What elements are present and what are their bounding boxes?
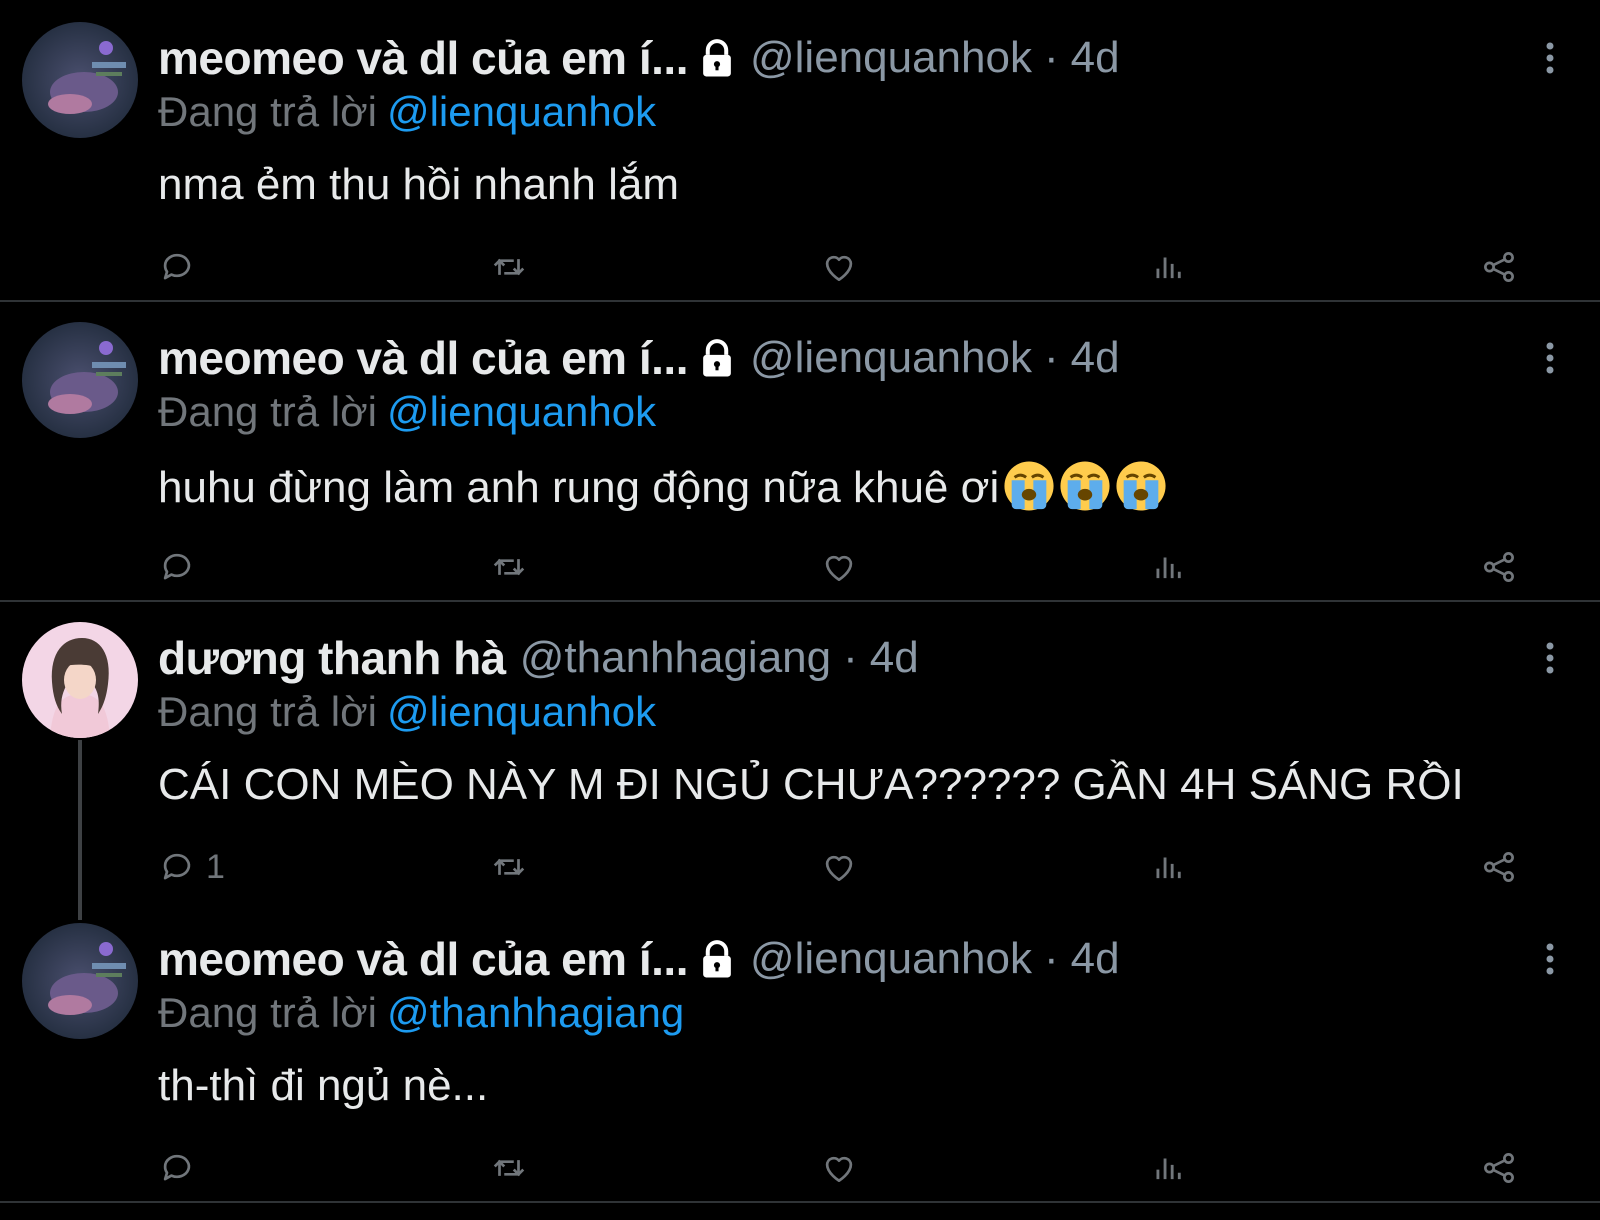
tweet-actions bbox=[0, 242, 1600, 292]
replying-to-handle[interactable]: @thanhhagiang bbox=[387, 989, 684, 1036]
timestamp[interactable]: 4d bbox=[1071, 33, 1120, 83]
timestamp[interactable]: 4d bbox=[1071, 333, 1120, 383]
replying-to: Đang trả lời @lienquanhok bbox=[158, 388, 656, 436]
tweet-actions: 1 bbox=[0, 842, 1600, 892]
replying-to: Đang trả lời @thanhhagiang bbox=[158, 989, 684, 1037]
share-icon bbox=[1480, 248, 1518, 286]
tweet[interactable]: meomeo và dl của em í... @lienquanhok · … bbox=[0, 300, 1600, 600]
retweet-button[interactable] bbox=[490, 1143, 528, 1193]
tweet[interactable]: meomeo và dl của em í... @lienquanhok · … bbox=[0, 0, 1600, 300]
retweet-button[interactable] bbox=[490, 242, 528, 292]
reply-icon bbox=[158, 248, 196, 286]
more-vertical-icon[interactable] bbox=[1538, 338, 1562, 378]
views-button[interactable] bbox=[1150, 542, 1188, 592]
share-button[interactable] bbox=[1480, 842, 1518, 892]
lock-icon bbox=[698, 939, 736, 979]
tweet-text-body: huhu đừng làm anh rung động nữa khuê ơi bbox=[158, 463, 1000, 512]
separator-dot: · bbox=[1043, 934, 1059, 983]
retweet-icon bbox=[490, 548, 528, 586]
replying-to-label: Đang trả lời bbox=[158, 88, 377, 135]
retweet-button[interactable] bbox=[490, 842, 528, 892]
replying-to-handle[interactable]: @lienquanhok bbox=[387, 88, 656, 135]
retweet-icon bbox=[490, 248, 528, 286]
retweet-icon bbox=[490, 848, 528, 886]
views-button[interactable] bbox=[1150, 1143, 1188, 1193]
avatar[interactable] bbox=[22, 923, 138, 1039]
like-button[interactable] bbox=[820, 242, 858, 292]
share-icon bbox=[1480, 848, 1518, 886]
replying-to-handle[interactable]: @lienquanhok bbox=[387, 688, 656, 735]
replying-to: Đang trả lời @lienquanhok bbox=[158, 88, 656, 136]
retweet-icon bbox=[490, 1149, 528, 1187]
views-icon bbox=[1150, 848, 1188, 886]
user-handle[interactable]: @lienquanhok bbox=[750, 33, 1032, 83]
lock-icon bbox=[698, 338, 736, 378]
reply-button[interactable] bbox=[158, 242, 206, 292]
share-button[interactable] bbox=[1480, 542, 1518, 592]
avatar[interactable] bbox=[22, 322, 138, 438]
tweet[interactable]: meomeo và dl của em í... @lienquanhok · … bbox=[0, 901, 1600, 1201]
views-icon bbox=[1150, 1149, 1188, 1187]
user-handle[interactable]: @thanhhagiang bbox=[520, 633, 831, 683]
share-button[interactable] bbox=[1480, 1143, 1518, 1193]
lock-icon bbox=[698, 38, 736, 78]
user-handle[interactable]: @lienquanhok bbox=[750, 934, 1032, 984]
share-button[interactable] bbox=[1480, 242, 1518, 292]
replying-to-label: Đang trả lời bbox=[158, 688, 377, 735]
tweet-text: CÁI CON MÈO NÀY M ĐI NGỦ CHƯA?????? GẦN … bbox=[158, 760, 1464, 809]
more-vertical-icon[interactable] bbox=[1538, 38, 1562, 78]
avatar[interactable] bbox=[22, 22, 138, 138]
tweet-text: nma ẻm thu hồi nhanh lắm bbox=[158, 160, 679, 209]
loudly-crying-face-icon bbox=[1004, 461, 1054, 511]
separator-dot: · bbox=[1043, 33, 1059, 82]
reply-icon bbox=[158, 548, 196, 586]
reply-icon bbox=[158, 1149, 196, 1187]
display-name[interactable]: meomeo và dl của em í... bbox=[158, 331, 688, 385]
retweet-button[interactable] bbox=[490, 542, 528, 592]
replying-to-label: Đang trả lời bbox=[158, 989, 377, 1036]
heart-icon bbox=[820, 548, 858, 586]
timestamp[interactable]: 4d bbox=[1071, 934, 1120, 984]
views-button[interactable] bbox=[1150, 242, 1188, 292]
heart-icon bbox=[820, 848, 858, 886]
separator-dot: · bbox=[843, 633, 858, 682]
user-handle[interactable]: @lienquanhok bbox=[750, 333, 1032, 383]
reply-count: 1 bbox=[206, 847, 225, 886]
views-button[interactable] bbox=[1150, 842, 1188, 892]
timestamp[interactable]: 4d bbox=[870, 633, 919, 683]
separator-dot: · bbox=[1043, 333, 1059, 382]
tweet-actions bbox=[0, 1143, 1600, 1193]
heart-icon bbox=[820, 248, 858, 286]
more-vertical-icon[interactable] bbox=[1538, 939, 1562, 979]
heart-icon bbox=[820, 1149, 858, 1187]
loudly-crying-face-icon bbox=[1116, 461, 1166, 511]
like-button[interactable] bbox=[820, 842, 858, 892]
reply-icon bbox=[158, 848, 196, 886]
display-name[interactable]: dương thanh hà bbox=[158, 631, 506, 685]
loudly-crying-face-icon bbox=[1060, 461, 1110, 511]
views-icon bbox=[1150, 248, 1188, 286]
like-button[interactable] bbox=[820, 1143, 858, 1193]
divider bbox=[0, 1201, 1600, 1203]
reply-button[interactable] bbox=[158, 1143, 206, 1193]
tweet-text: th-thì đi ngủ nè... bbox=[158, 1061, 489, 1110]
replying-to-handle[interactable]: @lienquanhok bbox=[387, 388, 656, 435]
share-icon bbox=[1480, 1149, 1518, 1187]
display-name[interactable]: meomeo và dl của em í... bbox=[158, 31, 688, 85]
reply-button[interactable]: 1 bbox=[158, 842, 225, 892]
like-button[interactable] bbox=[820, 542, 858, 592]
replying-to-label: Đang trả lời bbox=[158, 388, 377, 435]
display-name[interactable]: meomeo và dl của em í... bbox=[158, 932, 688, 986]
tweet-actions bbox=[0, 542, 1600, 592]
reply-button[interactable] bbox=[158, 542, 206, 592]
tweet-text: huhu đừng làm anh rung động nữa khuê ơi bbox=[158, 460, 1167, 513]
more-vertical-icon[interactable] bbox=[1538, 638, 1562, 678]
tweet[interactable]: dương thanh hà @thanhhagiang · 4d Đang t… bbox=[0, 600, 1600, 900]
replying-to: Đang trả lời @lienquanhok bbox=[158, 688, 656, 736]
share-icon bbox=[1480, 548, 1518, 586]
views-icon bbox=[1150, 548, 1188, 586]
avatar[interactable] bbox=[22, 622, 138, 738]
